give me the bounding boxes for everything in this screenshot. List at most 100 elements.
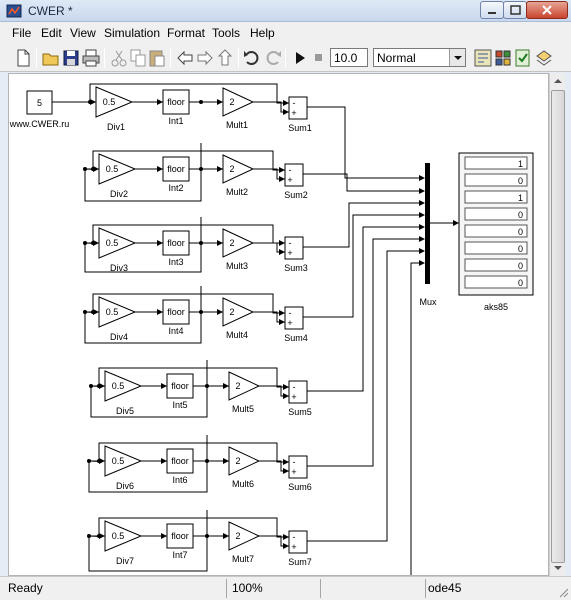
open-button[interactable] [40,47,62,69]
menu-bar: File Edit View Simulation Format Tools H… [0,22,571,44]
stop-simulation-button[interactable] [308,47,330,69]
mult-block[interactable] [228,371,261,401]
mult-block[interactable] [222,297,255,327]
floor-label: Int6 [172,475,187,485]
menu-file[interactable]: File [12,26,31,40]
library-browser-button[interactable] [492,47,514,69]
forward-button[interactable] [194,47,216,69]
mult-block[interactable] [222,87,255,117]
constant-block[interactable]: 5 www.CWER.ru [9,90,69,129]
mux-input-line-8 [410,262,421,575]
model-canvas[interactable]: 5 www.CWER.ru 0.5 Div1 floor Int1 2 Mult1- + Sum1… [8,73,549,576]
mult-block[interactable] [222,228,255,258]
menu-simulation[interactable]: Simulation [104,26,160,40]
debug-button[interactable] [533,47,555,69]
debug-icon [536,50,552,66]
branch-point [87,534,91,538]
menu-edit[interactable]: Edit [41,26,62,40]
maximize-button[interactable] [503,1,527,19]
mult-value: 2 [235,456,240,466]
model-explorer-button[interactable] [512,47,534,69]
sum-label: Sum5 [288,407,312,417]
display-label: aks85 [484,302,508,312]
gain-value: 0.5 [106,307,119,317]
sum-to-mux-line [307,250,421,542]
arrow-head [217,240,223,246]
arrow-up-icon [217,49,233,66]
branch-point [88,100,92,104]
arrow-head [279,319,285,325]
sum-label: Sum2 [284,190,308,200]
simulation-mode-select[interactable]: Normal [373,48,466,67]
arrow-head [419,212,425,218]
mult-label: Mult2 [226,187,248,197]
menu-tools[interactable]: Tools [212,26,240,40]
block-diagram[interactable]: 5www.CWER.ru0.5Div1floorInt12Mult1-+Sum1… [9,74,549,576]
floor-text: floor [167,97,185,107]
arrow-head [419,260,425,266]
sum-sign-minus: - [289,238,292,248]
paste-button[interactable] [146,47,168,69]
arrow-head [419,236,425,242]
status-divider [320,579,321,598]
display-value: 0 [518,176,523,186]
sum-sign-plus: + [291,108,296,118]
branch-point [205,384,209,388]
build-button[interactable] [472,47,494,69]
stop-icon [315,54,322,61]
resize-grip-icon[interactable] [557,586,569,598]
floor-text: floor [167,164,185,174]
sum-to-mux-line [307,226,421,392]
gain-label: Div1 [107,122,125,132]
sum-sign-minus: - [293,457,296,467]
arrow-head [419,175,425,181]
mult-block[interactable] [222,154,255,184]
zoom-level: 100% [232,581,263,595]
mux-bar[interactable] [425,163,430,284]
back-button[interactable] [174,47,196,69]
arrow-head [161,533,167,539]
gain-label: Div6 [116,481,134,491]
vertical-scrollbar[interactable] [549,73,565,576]
undo-button[interactable] [241,47,263,69]
display-block[interactable]: 1 0 1 0 0 0 0 0 aks85 [458,152,534,312]
toolbar-separator [285,48,286,68]
menu-format[interactable]: Format [167,26,205,40]
scroll-up-icon[interactable] [550,73,566,89]
new-model-button[interactable] [12,47,34,69]
scrollbar-thumb[interactable] [551,90,565,563]
mult-label: Mult3 [226,261,248,271]
arrow-head [283,100,289,106]
stop-time-input[interactable]: 10.0 [330,48,368,67]
mult-label: Mult1 [226,120,248,130]
arrow-head [419,224,425,230]
chevron-down-icon [454,56,462,60]
sum-sign-minus: - [293,382,296,392]
up-button[interactable] [214,47,236,69]
redo-icon [266,51,281,65]
arrow-head [419,248,425,254]
dropdown-button[interactable] [449,49,465,66]
mux-block[interactable]: Mux [419,163,437,307]
print-button[interactable] [80,47,102,69]
arrow-head [223,458,229,464]
mult-block[interactable] [228,446,261,476]
gain-label: Div2 [110,189,128,199]
arrow-head [283,468,289,474]
mult-block[interactable] [228,521,261,551]
redo-button[interactable] [262,47,284,69]
close-button[interactable] [526,1,568,19]
floor-label: Int5 [172,400,187,410]
branch-point [199,100,203,104]
paste-icon [149,50,165,67]
arrow-head [223,383,229,389]
menu-view[interactable]: View [70,26,96,40]
status-divider [226,579,227,598]
sum-sign-plus: + [287,318,292,328]
scroll-down-icon[interactable] [550,560,566,576]
floor-text: floor [171,456,189,466]
mult-value: 2 [235,381,240,391]
minimize-button[interactable] [480,1,504,19]
save-button[interactable] [60,47,82,69]
menu-help[interactable]: Help [250,26,275,40]
